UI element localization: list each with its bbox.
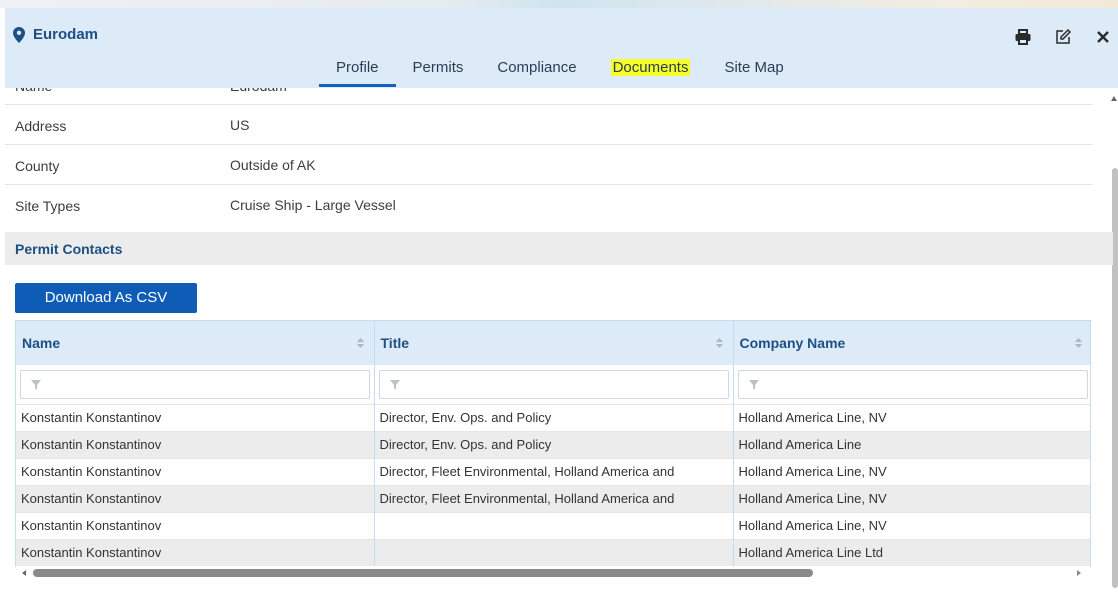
column-label: Title [380, 335, 410, 351]
site-title: Eurodam [13, 26, 98, 43]
detail-label: Address [15, 118, 67, 134]
location-pin-icon [13, 26, 25, 43]
scrollbar-thumb[interactable] [1112, 168, 1118, 588]
detail-value: Outside of AK [230, 157, 316, 173]
site-name: Eurodam [33, 26, 99, 43]
table-cell: Konstantin Konstantinov [16, 538, 375, 566]
filter-icon [31, 379, 41, 390]
permit-contacts-table: Name Title Company Name Konstantin Konst [15, 320, 1091, 567]
tab-profile[interactable]: Profile [319, 56, 396, 87]
section-header: Permit Contacts [5, 232, 1113, 265]
table-cell [374, 511, 734, 539]
table-row[interactable]: Konstantin Konstantinov Director, Fleet E… [16, 457, 1090, 485]
print-icon[interactable] [1014, 28, 1032, 46]
table-cell: Holland America Line Ltd [733, 538, 1090, 566]
scroll-up-arrow-icon[interactable] [1111, 96, 1117, 101]
detail-value: US [230, 117, 250, 133]
detail-label: County [15, 158, 60, 174]
table-cell: Director, Fleet Environmental, Holland A… [374, 457, 734, 485]
column-header-company[interactable]: Company Name [733, 321, 1090, 365]
table-cell: Holland America Line, NV [733, 511, 1090, 539]
horizontal-scrollbar[interactable] [15, 568, 1091, 580]
close-icon[interactable] [1094, 28, 1112, 46]
table-cell: Holland America Line, NV [733, 484, 1090, 512]
detail-label: Site Types [15, 198, 81, 214]
table-cell: Konstantin Konstantinov [16, 457, 375, 485]
filter-input[interactable] [20, 369, 370, 399]
detail-value: Cruise Ship - Large Vessel [230, 197, 396, 213]
filter-row [16, 365, 1090, 404]
filter-cell [733, 365, 1090, 404]
sort-icon[interactable] [356, 338, 364, 348]
column-header-name[interactable]: Name [16, 321, 375, 365]
tab-label: Compliance [497, 59, 577, 76]
filter-icon [389, 379, 400, 390]
filter-cell [16, 365, 375, 404]
table-header-row: Name Title Company Name [16, 321, 1090, 365]
header-actions [1014, 28, 1112, 46]
table-cell: Director, Env. Ops. and Policy [374, 430, 734, 458]
sort-icon[interactable] [1074, 338, 1082, 348]
filter-input[interactable] [378, 369, 729, 399]
table-cell: Holland America Line [733, 430, 1090, 458]
filter-icon [748, 379, 759, 390]
table-row[interactable]: Konstantin Konstantinov Director, Env. Op… [16, 403, 1090, 431]
table-cell: Konstantin Konstantinov [16, 511, 375, 539]
table-row[interactable]: Konstantin Konstantinov Holland America L… [16, 538, 1090, 566]
vertical-scrollbar[interactable] [1110, 88, 1118, 596]
detail-row-address: Address US [5, 105, 1093, 145]
tab-bar: Profile Permits Compliance Documents Sit… [319, 56, 801, 87]
tab-label: Site Map [724, 59, 784, 76]
table-cell: Director, Env. Ops. and Policy [374, 403, 734, 431]
table-cell: Konstantin Konstantinov [16, 403, 375, 431]
tab-permits[interactable]: Permits [396, 56, 481, 87]
map-background-strip [0, 0, 1118, 8]
table-row[interactable]: Konstantin Konstantinov Director, Fleet E… [16, 484, 1090, 512]
tab-documents[interactable]: Documents [594, 56, 708, 87]
sort-icon[interactable] [715, 338, 723, 348]
scroll-left-arrow-icon[interactable] [22, 570, 26, 576]
tab-compliance[interactable]: Compliance [480, 56, 593, 87]
table-row[interactable]: Konstantin Konstantinov Holland America L… [16, 511, 1090, 539]
table-cell: Holland America Line, NV [733, 403, 1090, 431]
scroll-right-arrow-icon[interactable] [1077, 570, 1081, 576]
detail-row-site-types: Site Types Cruise Ship - Large Vessel [5, 185, 1093, 225]
download-csv-button[interactable]: Download As CSV [15, 283, 197, 313]
table-cell: Konstantin Konstantinov [16, 430, 375, 458]
section-title: Permit Contacts [15, 241, 123, 257]
tab-label: Profile [336, 59, 379, 76]
tab-site-map[interactable]: Site Map [707, 56, 800, 87]
edit-icon[interactable] [1054, 28, 1072, 46]
table-cell [374, 538, 734, 566]
column-header-title[interactable]: Title [374, 321, 734, 365]
filter-cell [374, 365, 734, 404]
table-row[interactable]: Konstantin Konstantinov Director, Env. Op… [16, 430, 1090, 458]
table-cell: Director, Fleet Environmental, Holland A… [374, 484, 734, 512]
scrollbar-thumb[interactable] [33, 569, 813, 577]
tab-label: Permits [412, 59, 464, 76]
tab-label: Documents [610, 59, 691, 76]
column-label: Company Name [739, 335, 846, 351]
table-cell: Holland America Line, NV [733, 457, 1090, 485]
filter-input[interactable] [737, 369, 1088, 399]
detail-row-county: County Outside of AK [5, 145, 1093, 185]
table-cell: Konstantin Konstantinov [16, 484, 375, 512]
column-label: Name [22, 335, 61, 351]
site-header: Eurodam Profile Permits Compliance Docum… [5, 8, 1118, 88]
